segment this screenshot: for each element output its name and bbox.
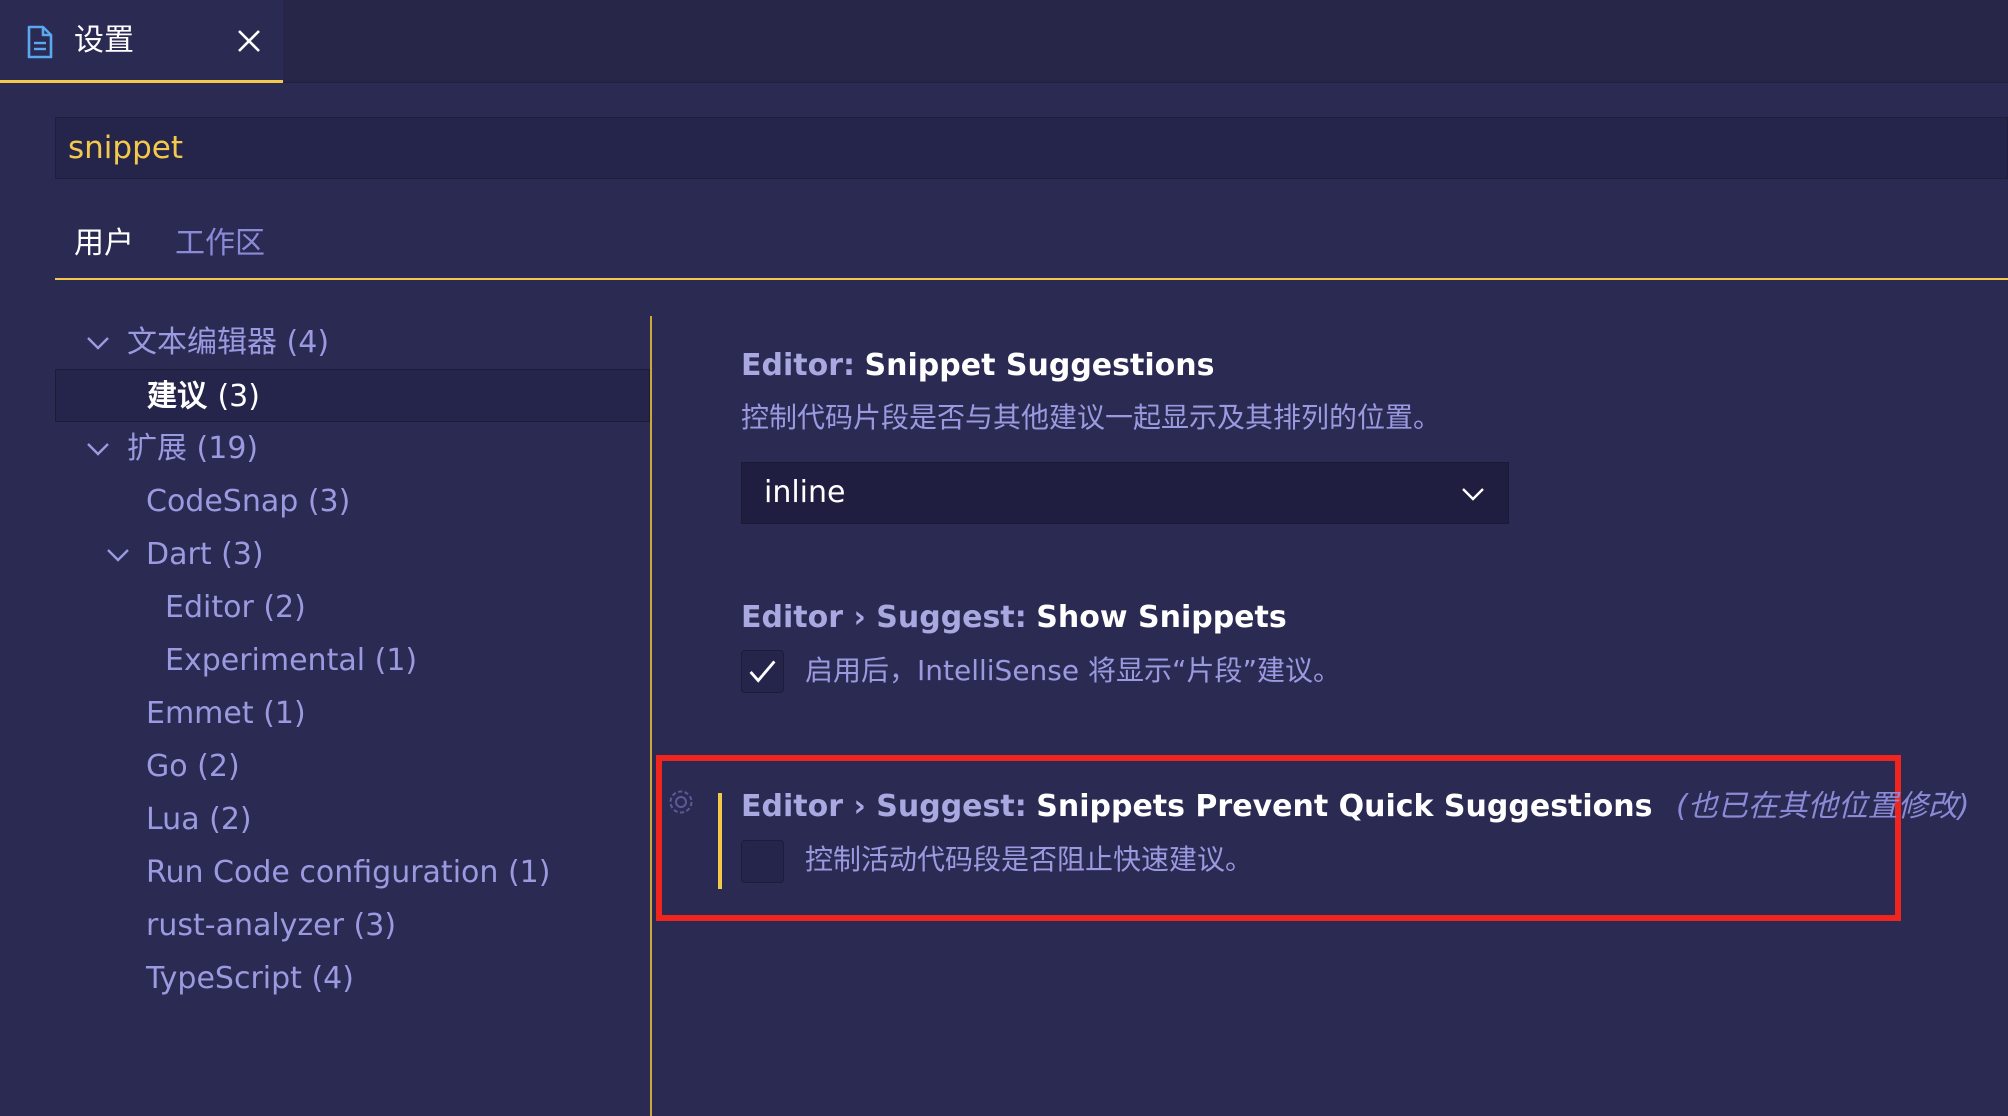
tree-item-lua[interactable]: Lua (2) [55,793,650,846]
tree-item-extensions[interactable]: 扩展 (19) [55,422,650,475]
setting-show-snippets: Editor › Suggest: Show Snippets [741,598,1287,638]
tab-settings[interactable]: 设置 [0,0,283,83]
tree-item-rust-analyzer[interactable]: rust-analyzer (3) [55,899,650,952]
modified-elsewhere-note[interactable]: (也已在其他位置修改) [1676,789,1969,824]
settings-editor: 设置 snippet 用户 工作区 文本编辑器 (4) 建议 (3) 扩展 (1… [0,0,2008,1116]
tree-item-label: 文本编辑器 [127,325,277,360]
tree-item-suggest[interactable]: 建议 (3) [55,369,650,422]
tree-item-count: (3) [221,537,264,572]
tab-bar: 设置 [0,0,2008,83]
settings-search-input[interactable]: snippet [55,117,2008,179]
tab-user[interactable]: 用户 [74,222,134,266]
highlight-annotation [656,755,1901,921]
gear-icon[interactable] [664,785,698,819]
tree-item-count: (1) [263,696,306,731]
tree-item-count: (2) [263,590,306,625]
tree-item-count: (3) [353,908,397,943]
tree-item-count: (2) [197,749,240,784]
modified-indicator [718,793,722,889]
setting-description: 启用后，IntelliSense 将显示“片段”建议。 [805,654,1342,687]
tree-item-label: CodeSnap [146,484,299,519]
tree-item-dart[interactable]: Dart (3) [55,528,650,581]
settings-toc-tree: 文本编辑器 (4) 建议 (3) 扩展 (19) CodeSnap (3) Da… [55,316,650,1005]
close-icon[interactable] [236,28,262,54]
setting-category: Editor › Suggest: [741,789,1027,824]
setting-category: Editor: [741,348,855,383]
sash-divider[interactable] [650,316,652,1116]
tree-item-label: 建议 [147,379,207,414]
check-icon [749,660,776,683]
setting-category: Editor › Suggest: [741,600,1027,635]
tab-title: 设置 [74,23,134,58]
tree-item-count: (1) [374,643,418,678]
file-icon [27,25,53,59]
setting-name: Snippets Prevent Quick Suggestions [1036,789,1653,824]
tree-item-label: rust-analyzer [146,908,344,943]
select-value: inline [764,475,846,510]
snippet-suggestions-select[interactable]: inline [741,462,1509,524]
tree-item-go[interactable]: Go (2) [55,740,650,793]
setting-description: 控制代码片段是否与其他建议一起显示及其排列的位置。 [741,401,1442,434]
chevron-down-icon [87,337,109,350]
tree-item-count: (3) [217,379,260,414]
tree-item-count: (1) [507,855,551,890]
show-snippets-checkbox[interactable] [741,650,784,693]
tree-item-label: TypeScript [146,961,302,996]
tree-item-label: Run Code configuration [146,855,499,890]
tree-item-dart-editor[interactable]: Editor (2) [55,581,650,634]
tree-item-emmet[interactable]: Emmet (1) [55,687,650,740]
tree-item-label: Editor [165,590,254,625]
tree-item-count: (2) [209,802,252,837]
setting-name: Snippet Suggestions [864,348,1215,383]
setting-description: 控制活动代码段是否阻止快速建议。 [805,843,1254,876]
tree-item-count: (19) [196,431,259,466]
setting-snippets-prevent-quick-suggestions: Editor › Suggest: Snippets Prevent Quick… [741,787,1969,827]
tab-workspace[interactable]: 工作区 [175,222,265,266]
tree-item-codesnap[interactable]: CodeSnap (3) [55,475,650,528]
tree-item-label: Lua [146,802,200,837]
tree-item-label: 扩展 [127,431,187,466]
tree-item-text-editor[interactable]: 文本编辑器 (4) [55,316,650,369]
tree-item-label: Experimental [165,643,366,678]
tree-item-count: (4) [311,961,354,996]
chevron-down-icon [1462,488,1484,501]
chevron-down-icon [107,549,129,562]
setting-name: Show Snippets [1036,600,1287,635]
tree-item-run-code[interactable]: Run Code configuration (1) [55,846,650,899]
chevron-down-icon [87,443,109,456]
setting-snippet-suggestions: Editor: Snippet Suggestions 控制代码片段是否与其他建… [741,346,1441,438]
tree-item-label: Go [146,749,188,784]
snippets-prevent-quick-suggestions-checkbox[interactable] [741,840,784,883]
scope-tabs: 用户 工作区 [55,218,2008,280]
tree-item-label: Emmet [146,696,254,731]
tree-item-label: Dart [146,537,212,572]
search-value: snippet [68,130,183,166]
setting-title: Editor: Snippet Suggestions [741,346,1441,386]
setting-title: Editor › Suggest: Show Snippets [741,598,1287,638]
tree-item-count: (4) [286,325,330,360]
tree-item-dart-experimental[interactable]: Experimental (1) [55,634,650,687]
tree-item-count: (3) [307,484,351,519]
tree-item-typescript[interactable]: TypeScript (4) [55,952,650,1005]
setting-title: Editor › Suggest: Snippets Prevent Quick… [741,787,1969,827]
